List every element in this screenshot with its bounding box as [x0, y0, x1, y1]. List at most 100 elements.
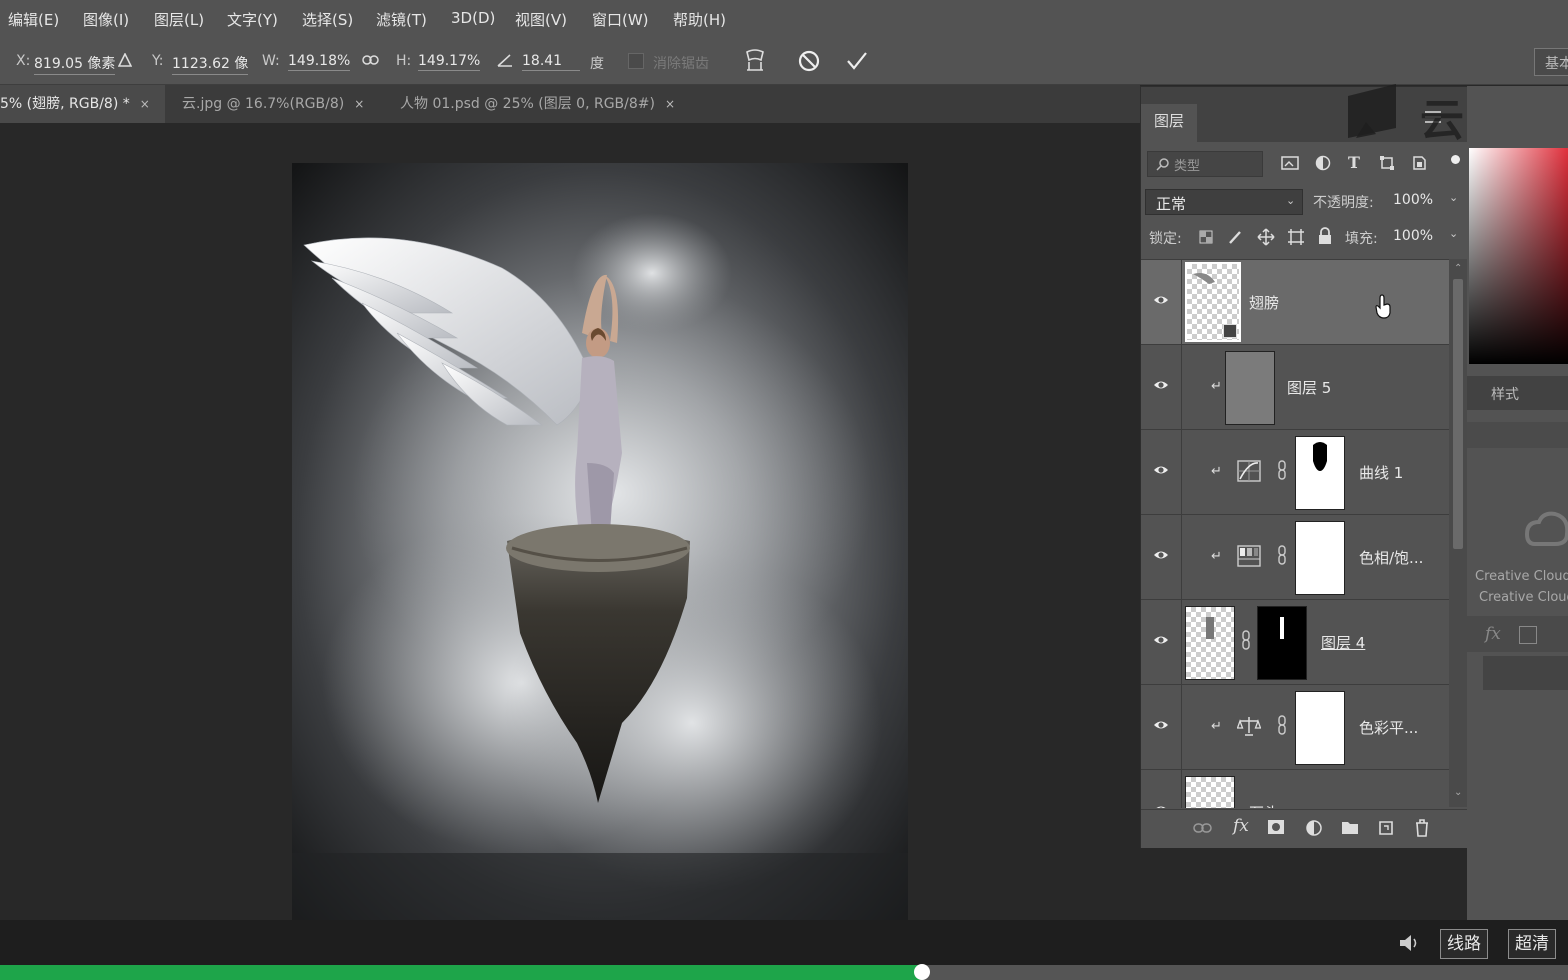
- angle-field[interactable]: 18.41: [522, 53, 580, 71]
- document-canvas[interactable]: [292, 163, 908, 920]
- layer-filter-dropdown[interactable]: 类型: [1147, 151, 1263, 177]
- hue-saturation-adjustment-icon[interactable]: [1237, 545, 1261, 567]
- layer-mask-thumbnail[interactable]: [1295, 691, 1345, 765]
- quality-button[interactable]: 超清: [1508, 929, 1556, 959]
- eye-icon[interactable]: [1153, 377, 1169, 393]
- commit-transform-icon[interactable]: [845, 50, 869, 72]
- layer-thumbnail[interactable]: [1185, 606, 1235, 680]
- menu-filter[interactable]: 滤镜(T): [376, 9, 427, 30]
- warp-icon[interactable]: [743, 48, 767, 74]
- layer-name[interactable]: 色彩平...: [1359, 717, 1418, 738]
- mask-link-icon[interactable]: [1277, 460, 1287, 480]
- link-icon[interactable]: [362, 54, 380, 66]
- lock-all-icon[interactable]: [1317, 227, 1333, 245]
- antialias-checkbox[interactable]: [628, 53, 644, 69]
- layer-thumbnail[interactable]: [1185, 776, 1235, 808]
- menu-type[interactable]: 文字(Y): [227, 9, 278, 30]
- tab-close-icon[interactable]: ×: [354, 97, 364, 111]
- eye-icon[interactable]: [1153, 717, 1169, 733]
- menu-window[interactable]: 窗口(W): [592, 9, 649, 30]
- mask-link-icon[interactable]: [1241, 630, 1251, 650]
- video-progress-handle[interactable]: [913, 964, 930, 980]
- workspace-switcher[interactable]: 基本: [1534, 48, 1568, 76]
- menu-select[interactable]: 选择(S): [302, 9, 353, 30]
- opacity-chevron-icon[interactable]: ⌄: [1449, 191, 1458, 204]
- fx-icon[interactable]: fx: [1485, 624, 1501, 644]
- tab-wings-document[interactable]: 5% (翅膀, RGB/8) * ×: [0, 85, 165, 123]
- filter-shape-icon[interactable]: [1379, 155, 1395, 171]
- tab-close-icon[interactable]: ×: [665, 97, 675, 111]
- y-field[interactable]: 1123.62 像: [172, 53, 249, 75]
- filter-pixel-icon[interactable]: [1281, 155, 1299, 171]
- add-mask-icon[interactable]: [1267, 819, 1285, 835]
- eye-icon[interactable]: [1153, 462, 1169, 478]
- tab-figure-document[interactable]: 人物 01.psd @ 25% (图层 0, RGB/8#) ×: [400, 85, 700, 123]
- new-adjustment-layer-icon[interactable]: [1305, 819, 1323, 837]
- layer-mask-thumbnail[interactable]: [1257, 606, 1307, 680]
- h-field[interactable]: 149.17%: [418, 53, 481, 71]
- volume-icon[interactable]: [1398, 932, 1422, 954]
- curves-adjustment-icon[interactable]: [1237, 460, 1261, 482]
- fill-value[interactable]: 100%: [1393, 228, 1433, 244]
- eye-icon[interactable]: [1153, 632, 1169, 648]
- filter-toggle-icon[interactable]: [1451, 155, 1460, 164]
- filter-type-icon[interactable]: T: [1348, 153, 1360, 172]
- eye-icon[interactable]: [1153, 547, 1169, 563]
- w-field[interactable]: 149.18%: [288, 53, 351, 71]
- layer-name[interactable]: 石头: [1249, 802, 1279, 808]
- mask-link-icon[interactable]: [1277, 715, 1287, 735]
- new-style-icon[interactable]: [1519, 626, 1537, 644]
- color-picker-field[interactable]: [1469, 148, 1568, 364]
- lock-image-pixels-icon[interactable]: [1227, 229, 1243, 245]
- menu-help[interactable]: 帮助(H): [673, 9, 726, 30]
- blend-mode-select[interactable]: 正常 ⌄: [1145, 189, 1303, 215]
- route-button[interactable]: 线路: [1440, 929, 1488, 959]
- collapsed-panel[interactable]: [1483, 656, 1568, 690]
- new-group-icon[interactable]: [1341, 819, 1359, 835]
- lock-position-icon[interactable]: [1257, 228, 1275, 246]
- scrollbar-thumb[interactable]: [1453, 279, 1463, 549]
- scroll-down-icon[interactable]: ⌄: [1454, 787, 1462, 798]
- scroll-up-icon[interactable]: ⌃: [1454, 263, 1462, 274]
- reference-point-icon[interactable]: [118, 53, 132, 67]
- layer-thumbnail[interactable]: [1185, 262, 1241, 342]
- tab-layers[interactable]: 图层: [1141, 104, 1197, 142]
- menu-layer[interactable]: 图层(L): [154, 9, 204, 30]
- layer-name[interactable]: 图层 5: [1287, 377, 1331, 398]
- layer-name[interactable]: 翅膀: [1249, 292, 1279, 313]
- layer-list-scrollbar[interactable]: ⌃ ⌄: [1449, 259, 1467, 807]
- lock-transparent-pixels-icon[interactable]: [1199, 230, 1213, 244]
- menu-3d[interactable]: 3D(D): [451, 9, 495, 27]
- eye-icon[interactable]: [1153, 292, 1169, 308]
- tab-styles[interactable]: 样式: [1491, 384, 1519, 404]
- menu-view[interactable]: 视图(V): [515, 9, 567, 30]
- layer-row-layer5[interactable]: ↵ 图层 5: [1141, 345, 1449, 430]
- layer-row-color-balance[interactable]: ↵ 色彩平...: [1141, 685, 1449, 770]
- cancel-transform-icon[interactable]: [797, 49, 821, 73]
- delete-layer-icon[interactable]: [1413, 818, 1431, 838]
- mask-link-icon[interactable]: [1277, 545, 1287, 565]
- layer-mask-thumbnail[interactable]: [1295, 436, 1345, 510]
- layer-name[interactable]: 曲线 1: [1359, 462, 1403, 483]
- layer-name[interactable]: 图层 4: [1321, 632, 1365, 653]
- video-progress-track[interactable]: [0, 964, 1568, 980]
- new-layer-icon[interactable]: [1377, 819, 1395, 837]
- fill-chevron-icon[interactable]: ⌄: [1449, 227, 1458, 240]
- lock-artboard-icon[interactable]: [1287, 228, 1305, 246]
- filter-smart-object-icon[interactable]: [1411, 155, 1427, 171]
- tab-cloud-document[interactable]: 云.jpg @ 16.7%(RGB/8) ×: [182, 85, 382, 123]
- opacity-value[interactable]: 100%: [1393, 192, 1433, 208]
- layer-row-rock[interactable]: 石头: [1141, 770, 1449, 808]
- eye-icon[interactable]: [1153, 802, 1169, 808]
- link-layers-icon[interactable]: [1193, 821, 1213, 835]
- layer-mask-thumbnail[interactable]: [1295, 521, 1345, 595]
- color-balance-adjustment-icon[interactable]: [1237, 715, 1261, 737]
- layer-row-layer4[interactable]: 图层 4: [1141, 600, 1449, 685]
- menu-image[interactable]: 图像(I): [83, 9, 129, 30]
- menu-edit[interactable]: 编辑(E): [8, 9, 59, 30]
- tab-close-icon[interactable]: ×: [140, 97, 150, 111]
- layer-row-wings[interactable]: 翅膀: [1141, 260, 1449, 345]
- filter-adjustment-icon[interactable]: [1315, 155, 1331, 171]
- layer-row-hue-saturation[interactable]: ↵ 色相/饱...: [1141, 515, 1449, 600]
- layer-thumbnail[interactable]: [1225, 351, 1275, 425]
